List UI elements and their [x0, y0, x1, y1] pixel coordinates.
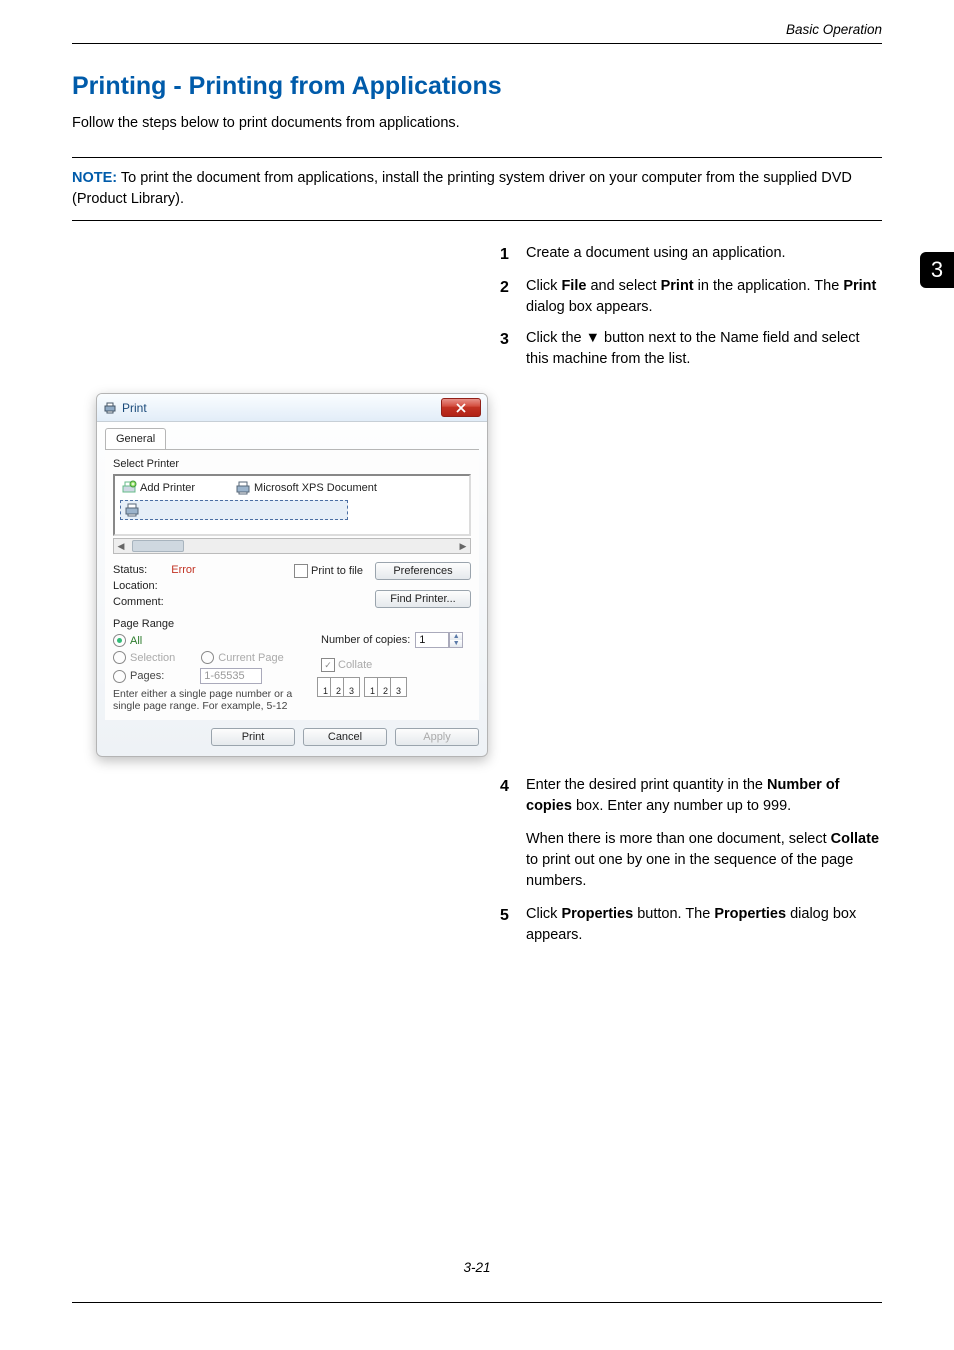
- radio-pages[interactable]: Pages: 1-65535: [113, 668, 313, 684]
- step-number: 2: [500, 276, 526, 318]
- pages-field[interactable]: 1-65535: [200, 668, 262, 684]
- step-4-note: When there is more than one document, se…: [526, 829, 882, 892]
- tab-general[interactable]: General: [105, 428, 166, 449]
- step-2: 2 Click File and select Print in the app…: [500, 276, 882, 318]
- note-text: To print the document from applications,…: [72, 170, 852, 207]
- status-value: Error: [171, 564, 195, 576]
- pages-hint: Enter either a single page number or a s…: [113, 688, 313, 712]
- step-number: 4: [500, 775, 526, 817]
- step-1: 1 Create a document using an application…: [500, 243, 882, 266]
- checkbox-icon: ✓: [321, 658, 335, 672]
- radio-icon: [113, 670, 126, 683]
- step-4: 4 Enter the desired print quantity in th…: [500, 775, 882, 817]
- preferences-button[interactable]: Preferences: [375, 562, 471, 580]
- select-printer-label: Select Printer: [113, 458, 471, 470]
- selected-printer-item[interactable]: [120, 500, 348, 520]
- scroll-left-icon[interactable]: ◀: [114, 541, 128, 552]
- page-range-label: Page Range: [113, 618, 313, 630]
- page-number: 3-21: [0, 1260, 954, 1275]
- header-rule: [72, 43, 882, 44]
- collate-icon: 123 123: [321, 677, 471, 697]
- print-button[interactable]: Print: [211, 728, 295, 746]
- dialog-title: Print: [122, 401, 441, 415]
- step-number: 5: [500, 904, 526, 946]
- scroll-right-icon[interactable]: ▶: [456, 541, 470, 552]
- note-block: NOTE: To print the document from applica…: [72, 157, 882, 221]
- close-button[interactable]: [441, 398, 481, 417]
- radio-selection[interactable]: Selection: [130, 652, 175, 664]
- copies-row: Number of copies: 1 ▲▼: [321, 632, 471, 648]
- comment-label: Comment:: [113, 594, 196, 610]
- printer-icon: [103, 401, 117, 415]
- location-label: Location:: [113, 578, 196, 594]
- step-text: Click the ▼ button next to the Name fiel…: [526, 330, 860, 367]
- step-5: 5 Click Properties button. The Propertie…: [500, 904, 882, 946]
- apply-button[interactable]: Apply: [395, 728, 479, 746]
- radio-current-page[interactable]: Current Page: [218, 652, 283, 664]
- print-dialog: Print General Select Printer Add Printer: [96, 393, 488, 757]
- page-title: Printing - Printing from Applications: [72, 72, 882, 101]
- copies-field[interactable]: 1: [415, 632, 449, 648]
- printer-icon: [235, 480, 251, 496]
- note-label: NOTE:: [72, 170, 117, 186]
- step-text: Create a document using an application.: [526, 245, 786, 261]
- print-to-file-checkbox[interactable]: Print to file Preferences: [294, 562, 471, 580]
- collate-checkbox[interactable]: ✓ Collate: [321, 658, 471, 672]
- add-printer-item[interactable]: Add Printer: [121, 480, 195, 496]
- radio-icon: [113, 651, 126, 664]
- cancel-button[interactable]: Cancel: [303, 728, 387, 746]
- spinner-down-icon[interactable]: ▼: [450, 640, 462, 647]
- footer-rule: [72, 1302, 882, 1303]
- radio-all[interactable]: All: [113, 634, 313, 647]
- printer-icon: [124, 502, 140, 518]
- copies-spinner[interactable]: 1 ▲▼: [415, 632, 463, 648]
- step-number: 3: [500, 328, 526, 370]
- dialog-titlebar[interactable]: Print: [97, 394, 487, 422]
- copies-label: Number of copies:: [321, 634, 410, 646]
- xps-printer-item[interactable]: Microsoft XPS Document: [235, 480, 377, 496]
- tab-strip: General: [97, 422, 487, 449]
- running-header: Basic Operation: [72, 22, 882, 43]
- add-printer-icon: [121, 480, 137, 496]
- checkbox-icon: [294, 564, 308, 578]
- scroll-thumb[interactable]: [132, 540, 184, 552]
- status-label: Status:: [113, 564, 147, 576]
- step-number: 1: [500, 243, 526, 266]
- intro-text: Follow the steps below to print document…: [72, 115, 882, 131]
- printer-list-scrollbar[interactable]: ◀ ▶: [113, 538, 471, 554]
- radio-icon: [113, 634, 126, 647]
- step-3: 3 Click the ▼ button next to the Name fi…: [500, 328, 882, 370]
- spinner-up-icon[interactable]: ▲: [450, 633, 462, 640]
- radio-icon: [201, 651, 214, 664]
- printer-list[interactable]: Add Printer Microsoft XPS Document: [113, 474, 471, 536]
- find-printer-button[interactable]: Find Printer...: [375, 590, 471, 608]
